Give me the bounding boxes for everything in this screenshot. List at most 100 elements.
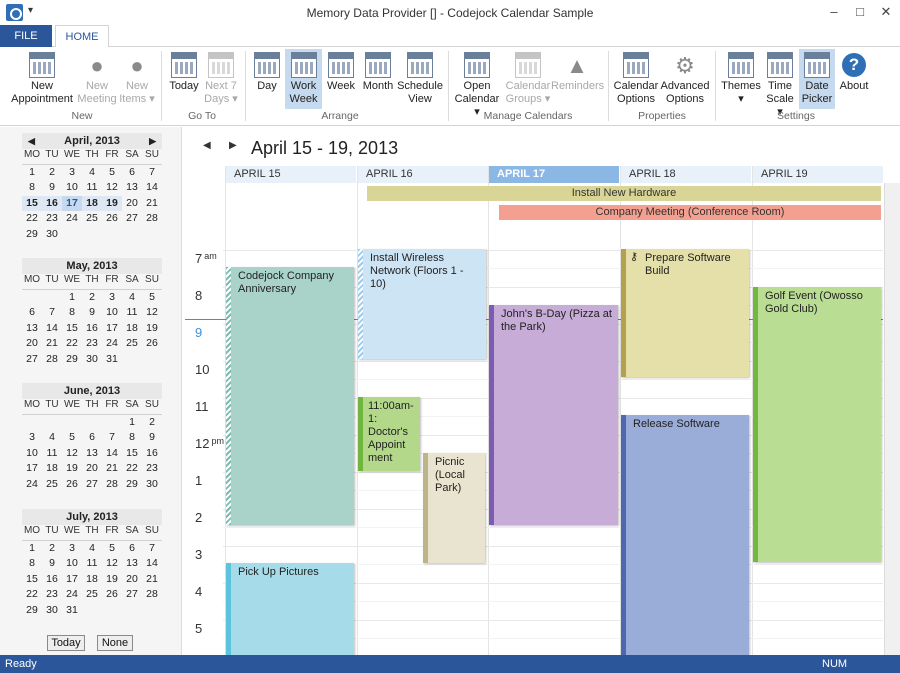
- calendar-day[interactable]: 22: [62, 336, 82, 352]
- event-item[interactable]: John's B-Day (Pizza at the Park): [489, 305, 618, 525]
- calendar-day[interactable]: 8: [62, 305, 82, 321]
- calendar-day[interactable]: 18: [122, 321, 142, 337]
- calendar-day[interactable]: 15: [22, 195, 42, 212]
- calendar-day[interactable]: 1: [22, 165, 42, 181]
- event-item[interactable]: Install Wireless Network (Floors 1 - 10): [358, 249, 486, 359]
- calendar-day[interactable]: 10: [102, 305, 122, 321]
- calendar-day[interactable]: 7: [102, 430, 122, 446]
- calendar-day[interactable]: 9: [142, 430, 162, 446]
- calendar-day[interactable]: 13: [122, 180, 142, 196]
- calendar-day[interactable]: 25: [122, 336, 142, 352]
- prev-month-icon[interactable]: ◀: [28, 133, 35, 149]
- tab-home[interactable]: HOME: [55, 25, 109, 48]
- calendar-day[interactable]: 29: [122, 477, 142, 493]
- calendar-day[interactable]: 7: [142, 541, 162, 557]
- calendar-day[interactable]: 26: [102, 587, 122, 603]
- work-week-view-button[interactable]: Work Week: [285, 49, 322, 109]
- calendar-day[interactable]: 8: [22, 556, 42, 572]
- open-calendar-button[interactable]: Open Calendar ▾: [452, 49, 502, 119]
- calendar-day[interactable]: 21: [142, 196, 162, 212]
- calendar-day[interactable]: 25: [82, 211, 102, 227]
- vertical-scrollbar[interactable]: [884, 183, 900, 655]
- calendar-day[interactable]: 24: [22, 477, 42, 493]
- reminders-button[interactable]: ▲ Reminders: [551, 49, 604, 93]
- day-header[interactable]: APRIL 18: [621, 166, 751, 183]
- calendar-day[interactable]: 26: [102, 211, 122, 227]
- day-header[interactable]: APRIL 15: [226, 166, 356, 183]
- new-meeting-button[interactable]: ● New Meeting: [76, 49, 118, 106]
- calendar-day[interactable]: 6: [82, 430, 102, 446]
- calendar-day[interactable]: 20: [122, 572, 142, 588]
- minimize-button[interactable]: –: [824, 4, 844, 20]
- calendar-day[interactable]: 27: [122, 587, 142, 603]
- calendar-day[interactable]: 6: [122, 541, 142, 557]
- calendar-day[interactable]: 8: [122, 430, 142, 446]
- calendar-day[interactable]: 26: [62, 477, 82, 493]
- event-item[interactable]: Golf Event (Owosso Gold Club): [753, 287, 881, 562]
- calendar-day[interactable]: 17: [62, 572, 82, 588]
- calendar-day[interactable]: 5: [102, 541, 122, 557]
- calendar-day[interactable]: 15: [62, 321, 82, 337]
- calendar-day[interactable]: 6: [122, 165, 142, 181]
- calendar-day[interactable]: 8: [22, 180, 42, 196]
- calendar-day[interactable]: 29: [22, 603, 42, 619]
- calendar-day[interactable]: 1: [62, 290, 82, 306]
- calendar-day[interactable]: 19: [102, 195, 122, 212]
- calendar-day[interactable]: 25: [82, 587, 102, 603]
- calendar-day[interactable]: 26: [142, 336, 162, 352]
- calendar-day[interactable]: 19: [102, 572, 122, 588]
- day-header[interactable]: APRIL 19: [753, 166, 883, 183]
- calendar-day[interactable]: 22: [122, 461, 142, 477]
- calendar-day[interactable]: 3: [62, 165, 82, 181]
- calendar-day[interactable]: 5: [142, 290, 162, 306]
- calendar-day[interactable]: 27: [22, 352, 42, 368]
- calendar-day[interactable]: 31: [102, 352, 122, 368]
- week-view-button[interactable]: Week: [324, 49, 358, 93]
- next-7-days-button[interactable]: Next 7 Days ▾: [202, 49, 240, 106]
- calendar-day[interactable]: 12: [102, 180, 122, 196]
- calendar-day[interactable]: 11: [82, 556, 102, 572]
- calendar-day[interactable]: 14: [42, 321, 62, 337]
- calendar-day[interactable]: 29: [22, 227, 42, 243]
- calendar-day[interactable]: 13: [82, 446, 102, 462]
- calendar-day[interactable]: 24: [102, 336, 122, 352]
- calendar-day[interactable]: 16: [142, 446, 162, 462]
- calendar-day[interactable]: 3: [102, 290, 122, 306]
- calendar-day[interactable]: 31: [62, 603, 82, 619]
- calendar-day[interactable]: 21: [42, 336, 62, 352]
- calendar-day[interactable]: 6: [22, 305, 42, 321]
- tab-file[interactable]: FILE: [0, 25, 52, 47]
- calendar-day[interactable]: 18: [42, 461, 62, 477]
- calendar-day[interactable]: 23: [42, 211, 62, 227]
- calendar-day[interactable]: 14: [142, 180, 162, 196]
- calendar-day[interactable]: 9: [82, 305, 102, 321]
- none-date-button[interactable]: None: [97, 635, 133, 651]
- calendar-day[interactable]: 15: [22, 572, 42, 588]
- calendar-day[interactable]: 27: [82, 477, 102, 493]
- today-button[interactable]: Today: [166, 49, 202, 93]
- calendar-day[interactable]: 20: [82, 461, 102, 477]
- calendar-groups-button[interactable]: Calendar Groups ▾: [504, 49, 552, 106]
- calendar-day[interactable]: 3: [62, 541, 82, 557]
- calendar-day[interactable]: 9: [42, 556, 62, 572]
- maximize-button[interactable]: □: [850, 4, 870, 20]
- calendar-day[interactable]: 4: [122, 290, 142, 306]
- calendar-day[interactable]: 28: [142, 587, 162, 603]
- calendar-day[interactable]: 4: [42, 430, 62, 446]
- event-item[interactable]: 11:00am-1: Doctor's Appoint ment: [358, 397, 420, 471]
- calendar-day[interactable]: 16: [42, 572, 62, 588]
- new-items-button[interactable]: ● New Items ▾: [116, 49, 158, 106]
- calendar-day[interactable]: 17: [62, 195, 82, 212]
- calendar-day[interactable]: 10: [62, 556, 82, 572]
- schedule-view-button[interactable]: Schedule View: [397, 49, 443, 106]
- calendar-day[interactable]: 10: [62, 180, 82, 196]
- calendar-day[interactable]: 23: [42, 587, 62, 603]
- event-item[interactable]: Release Software: [621, 415, 749, 655]
- calendar-day[interactable]: 7: [42, 305, 62, 321]
- calendar-options-button[interactable]: Calendar Options: [613, 49, 659, 106]
- calendar-day[interactable]: 30: [142, 477, 162, 493]
- calendar-day[interactable]: 18: [82, 195, 102, 212]
- calendar-day[interactable]: 19: [62, 461, 82, 477]
- calendar-day[interactable]: 30: [42, 227, 62, 243]
- prev-period-icon[interactable]: ◀: [203, 140, 211, 151]
